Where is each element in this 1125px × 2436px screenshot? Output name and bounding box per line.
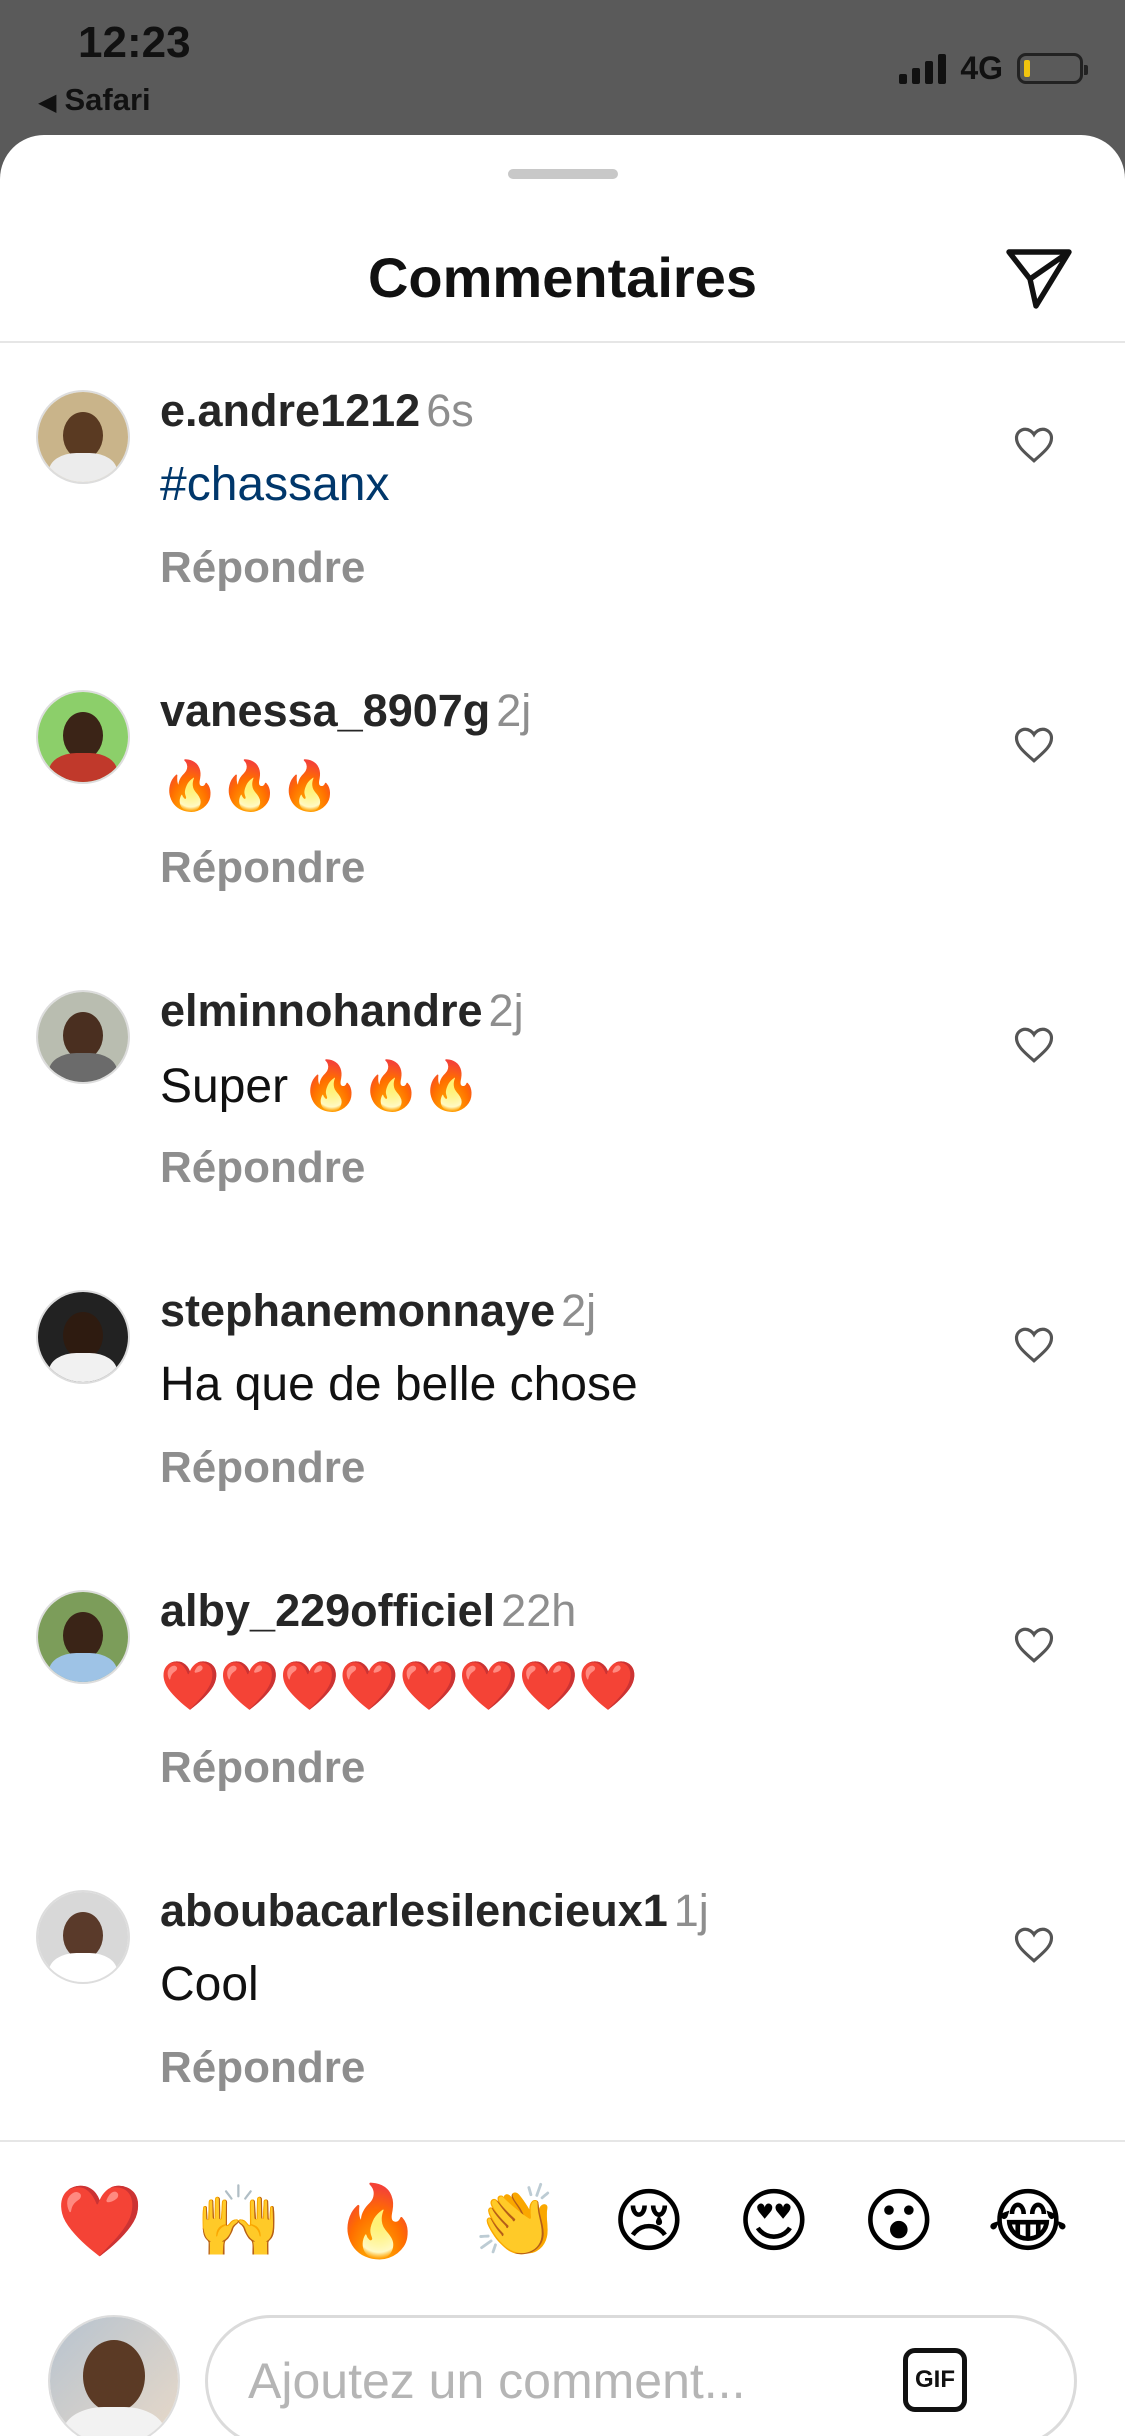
comment-header: stephanemonnaye 2j	[160, 1285, 596, 1337]
comment-text: 🔥🔥🔥	[160, 760, 340, 813]
comment-header: alby_229officiel 22h	[160, 1585, 576, 1637]
comment-row: elminnohandre 2j Super 🔥🔥🔥 Répondre	[0, 945, 1125, 1245]
comment-header: vanessa_8907g 2j	[160, 685, 531, 737]
commenter-avatar[interactable]	[36, 1890, 130, 1984]
back-arrow-icon: ◀	[38, 89, 57, 116]
comment-header: elminnohandre 2j	[160, 985, 524, 1037]
comment-composer: GIF	[0, 2315, 1125, 2436]
comment-timestamp: 2j	[496, 685, 532, 736]
network-type: 4G	[960, 50, 1003, 86]
like-heart-icon[interactable]	[1013, 1325, 1055, 1365]
commenter-avatar[interactable]	[36, 690, 130, 784]
comment-timestamp: 6s	[426, 385, 474, 436]
signal-strength-icon	[899, 53, 947, 84]
comment-timestamp: 1j	[673, 1885, 709, 1936]
reply-button[interactable]: Répondre	[160, 1443, 365, 1493]
comment-row: vanessa_8907g 2j 🔥🔥🔥 Répondre	[0, 645, 1125, 945]
reaction-bar: ❤️ 🙌 🔥 👏 😢 😍 😮 😂	[0, 2140, 1125, 2300]
comment-username[interactable]: aboubacarlesilencieux1	[160, 1885, 668, 1936]
quick-reaction-button[interactable]: 😮	[862, 2186, 935, 2256]
comment-text: Cool	[160, 1958, 259, 2011]
battery-icon	[1017, 53, 1088, 84]
comment-row: stephanemonnaye 2j Ha que de belle chose Ré…	[0, 1245, 1125, 1545]
status-indicators: 4G	[899, 50, 1088, 87]
comment-header: aboubacarlesilencieux1 1j	[160, 1885, 709, 1937]
comment-username[interactable]: stephanemonnaye	[160, 1285, 555, 1336]
quick-reaction-button[interactable]: 😍	[737, 2186, 810, 2256]
status-time: 12:23	[78, 18, 191, 67]
my-avatar	[48, 2315, 180, 2436]
sheet-grabber[interactable]	[508, 169, 618, 179]
reply-button[interactable]: Répondre	[160, 1143, 365, 1193]
commenter-avatar[interactable]	[36, 990, 130, 1084]
comment-timestamp: 22h	[501, 1585, 577, 1636]
quick-reaction-button[interactable]: 🙌	[195, 2186, 282, 2256]
like-heart-icon[interactable]	[1013, 1625, 1055, 1665]
quick-reaction-button[interactable]: 😂	[987, 2186, 1069, 2256]
comment-row: e.andre1212 6s #chassanx Répondre	[0, 345, 1125, 645]
comment-username[interactable]: vanessa_8907g	[160, 685, 490, 736]
like-heart-icon[interactable]	[1013, 725, 1055, 765]
like-heart-icon[interactable]	[1013, 1925, 1055, 1965]
back-app-label: Safari	[64, 82, 151, 117]
reply-button[interactable]: Répondre	[160, 2043, 365, 2093]
like-heart-icon[interactable]	[1013, 1025, 1055, 1065]
comments-sheet: Commentaires e.andre1212 6s #chassanx Répon…	[0, 135, 1125, 2436]
comment-timestamp: 2j	[561, 1285, 597, 1336]
comment-row: aboubacarlesilencieux1 1j Cool Répondre	[0, 1845, 1125, 2138]
like-heart-icon[interactable]	[1013, 425, 1055, 465]
comment-username[interactable]: elminnohandre	[160, 985, 483, 1036]
comments-header: Commentaires	[0, 195, 1125, 343]
commenter-avatar[interactable]	[36, 1590, 130, 1684]
comment-text: Super 🔥🔥🔥	[160, 1060, 481, 1113]
send-icon[interactable]	[1003, 243, 1075, 315]
reply-button[interactable]: Répondre	[160, 1743, 365, 1793]
gif-button[interactable]: GIF	[903, 2348, 967, 2412]
page-title: Commentaires	[367, 246, 758, 309]
quick-reaction-button[interactable]: 🔥	[334, 2186, 421, 2256]
quick-reaction-button[interactable]: ❤️	[56, 2186, 143, 2256]
quick-reaction-button[interactable]: 😢	[612, 2186, 685, 2256]
comment-hashtag[interactable]: #chassanx	[160, 457, 389, 512]
status-bar: 12:23 ◀ Safari 4G	[0, 0, 1125, 135]
reply-button[interactable]: Répondre	[160, 543, 365, 593]
comment-timestamp: 2j	[488, 985, 524, 1036]
comment-text: Ha que de belle chose	[160, 1358, 638, 1411]
commenter-avatar[interactable]	[36, 390, 130, 484]
reply-button[interactable]: Répondre	[160, 843, 365, 893]
back-to-safari[interactable]: ◀ Safari	[38, 82, 151, 118]
comment-text: ❤️❤️❤️❤️❤️❤️❤️❤️	[160, 1660, 639, 1713]
quick-reaction-button[interactable]: 👏	[473, 2186, 560, 2256]
commenter-avatar[interactable]	[36, 1290, 130, 1384]
comment-row: alby_229officiel 22h ❤️❤️❤️❤️❤️❤️❤️❤️ Répon…	[0, 1545, 1125, 1845]
comment-username[interactable]: e.andre1212	[160, 385, 420, 436]
comment-username[interactable]: alby_229officiel	[160, 1585, 495, 1636]
comment-header: e.andre1212 6s	[160, 385, 474, 437]
comments-list[interactable]: e.andre1212 6s #chassanx Répondre vanessa_89…	[0, 345, 1125, 2138]
